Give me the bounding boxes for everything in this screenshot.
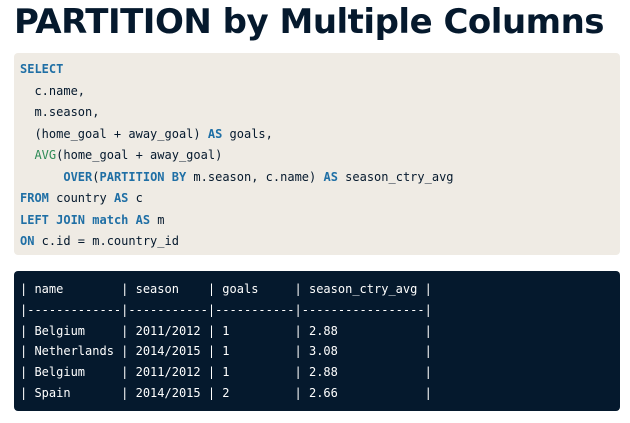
sql-keyword: ON [20,234,35,248]
sql-keyword: AS [113,191,129,205]
sql-keyword: AS [323,169,338,184]
code-line: c.name, [20,81,620,103]
code-line: (home_goal + away_goal) AS goals, [20,124,620,146]
sql-code-block: SELECT c.name, m.season, (home_goal + aw… [14,53,620,255]
sql-keyword: match [92,212,129,227]
sql-keyword: AS [207,126,223,141]
result-header-row: | name | season | goals | season_ctry_av… [20,282,432,296]
code-text: (home_goal + away_goal) [20,126,208,141]
code-text: ( [92,169,100,184]
sql-keyword: AS [135,212,151,227]
sql-keyword: PARTITION BY [99,169,187,184]
sql-function: AVG [34,148,57,162]
code-text: m.season, c.name) [186,169,324,184]
code-line: FROM country AS c [20,188,620,210]
result-row: | Belgium | 2011/2012 | 1 | 2.88 | [20,323,432,338]
code-line: OVER(PARTITION BY m.season, c.name) AS s… [20,167,620,189]
code-text: m [150,212,165,227]
code-line: ON c.id = m.country_id [20,231,620,253]
code-text: c.id = m.country_id [34,234,179,248]
sql-keyword: OVER [63,169,93,184]
result-separator-row: |-------------|-----------|-----------|-… [20,302,432,317]
result-row: | Belgium | 2011/2012 | 1 | 2.88 | [20,365,432,380]
result-row: | Spain | 2014/2015 | 2 | 2.66 | [20,385,432,400]
code-line: m.season, [20,102,620,124]
code-text: m.season, [20,105,100,119]
code-line: LEFT JOIN match AS m [20,210,620,232]
code-line: AVG(home_goal + away_goal) [20,145,620,167]
sql-keyword: FROM [20,191,49,205]
sql-keyword: SELECT [20,62,64,76]
result-row: | Netherlands | 2014/2015 | 1 | 3.08 | [20,344,432,359]
sql-keyword: LEFT JOIN [20,212,86,227]
code-text: country [48,191,114,205]
query-result-table: | name | season | goals | season_ctry_av… [14,271,620,411]
code-text: c [128,191,143,205]
code-text: c.name, [20,83,86,98]
code-line: SELECT [20,59,620,81]
code-text: (home_goal + away_goal) [56,148,223,162]
code-text: goals, [222,126,273,141]
page-title: PARTITION by Multiple Columns [14,2,605,42]
code-text: season_ctry_avg [337,169,454,184]
